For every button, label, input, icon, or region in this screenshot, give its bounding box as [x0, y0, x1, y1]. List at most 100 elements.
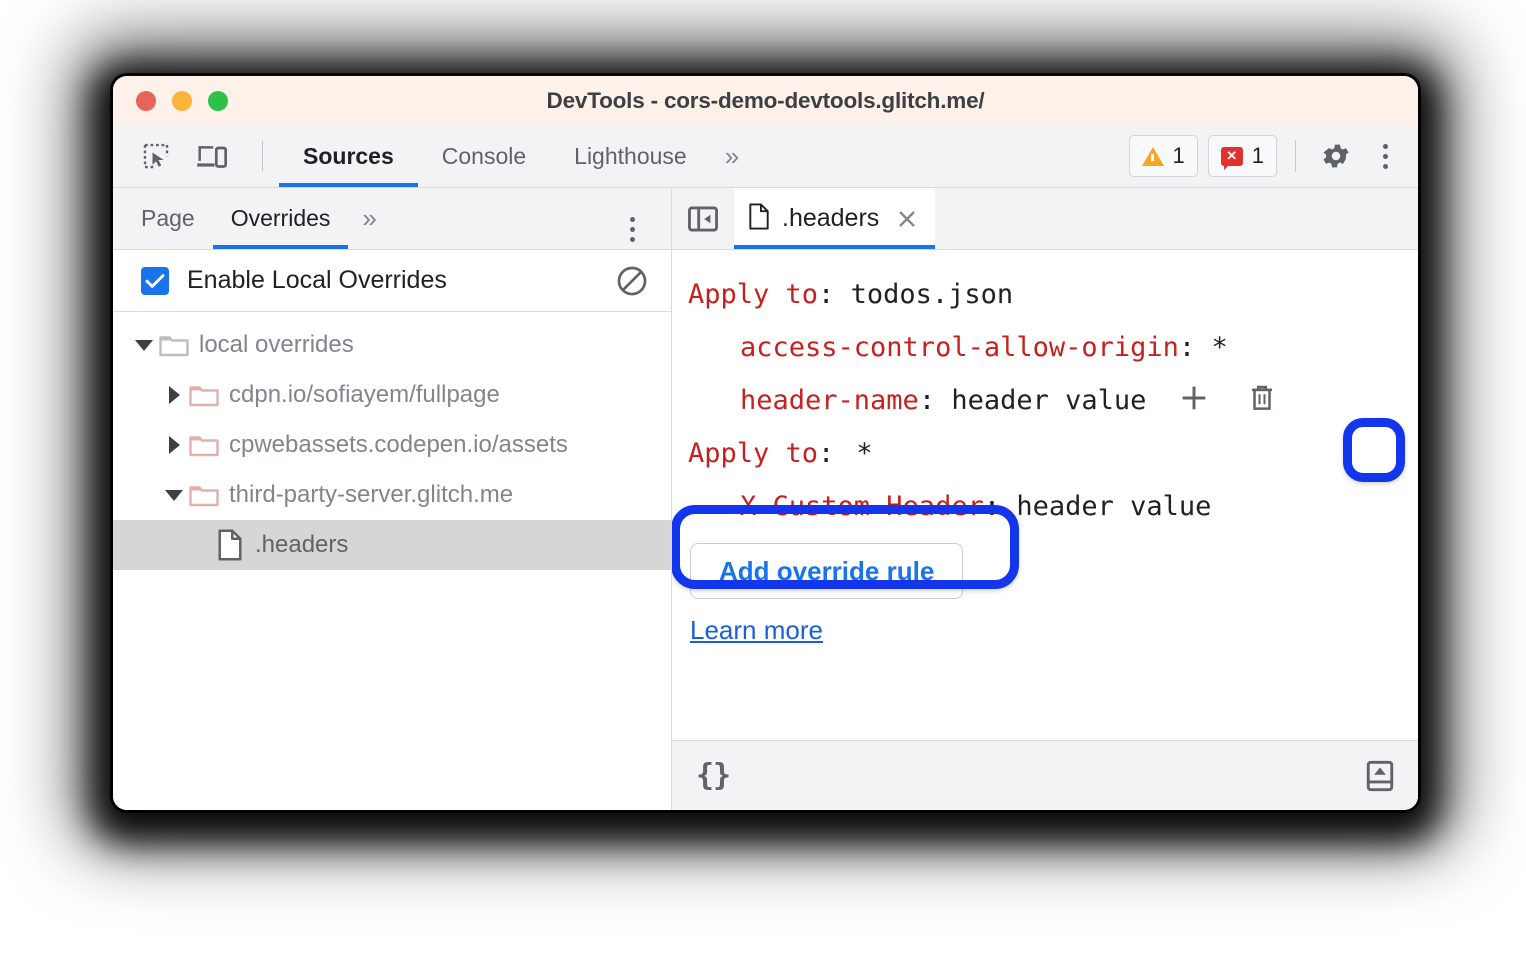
toolbar-left-icons — [134, 134, 279, 178]
show-navigator-icon[interactable] — [672, 188, 734, 249]
clear-configuration-icon[interactable] — [615, 264, 649, 298]
chevron-right-icon[interactable] — [161, 386, 187, 404]
maximize-window-button[interactable] — [208, 90, 228, 111]
tree-row[interactable]: cdpn.io/sofiayem/fullpage — [113, 370, 671, 420]
more-panels-chevron-icon[interactable]: » — [711, 125, 750, 187]
warning-counter-button[interactable]: 1 — [1128, 135, 1198, 177]
headers-editor[interactable]: Apply to: todos.json access-control-allo… — [672, 250, 1418, 740]
chevron-right-icon[interactable] — [161, 436, 187, 454]
folder-icon — [187, 432, 221, 458]
apply-to-pattern[interactable]: * — [834, 440, 872, 467]
apply-to-label: Apply to — [688, 279, 819, 310]
toolbar-divider-2 — [1295, 140, 1296, 172]
overrides-file-tree[interactable]: local overrides cdpn.io/sofiayem/fullpag… — [113, 312, 671, 810]
error-badge-icon: ✕ — [1220, 146, 1243, 170]
tab-lighthouse[interactable]: Lighthouse — [550, 125, 711, 187]
tree-row-label: cpwebassets.codepen.io/assets — [229, 431, 568, 458]
tree-row-headers-file[interactable]: .headers — [113, 520, 671, 570]
folder-icon — [187, 482, 221, 508]
header-colon: : — [983, 491, 1001, 522]
toolbar-divider — [262, 141, 263, 171]
tree-row[interactable]: third-party-server.glitch.me — [113, 470, 671, 520]
navigator-kebab-menu-icon[interactable] — [615, 209, 649, 249]
header-name[interactable]: access-control-allow-origin — [740, 334, 1179, 361]
tab-sources-label: Sources — [303, 142, 394, 169]
plus-icon[interactable] — [1178, 382, 1210, 419]
sidebar-item-overrides[interactable]: Overrides — [212, 188, 349, 249]
header-row[interactable]: access-control-allow-origin: * — [672, 321, 1418, 374]
chevron-down-icon[interactable] — [131, 339, 157, 351]
tab-sources[interactable]: Sources — [279, 125, 418, 187]
sidebar-item-page-label: Page — [141, 205, 195, 231]
trash-icon[interactable] — [1248, 383, 1276, 418]
kebab-menu-icon[interactable] — [1368, 136, 1402, 176]
editor-statusbar: {} — [672, 740, 1418, 810]
chevron-down-icon[interactable] — [161, 489, 187, 501]
more-navigator-tabs-chevron-icon[interactable]: » — [348, 187, 387, 249]
add-override-rule-wrap: Add override rule — [672, 543, 1418, 599]
folder-icon — [187, 382, 221, 408]
header-row-actions — [1156, 377, 1299, 424]
editor-tab-headers[interactable]: .headers — [734, 188, 936, 249]
folder-icon — [157, 332, 191, 358]
enable-local-overrides-label: Enable Local Overrides — [187, 266, 447, 294]
file-icon — [213, 529, 247, 561]
apply-to-row[interactable]: Apply to: todos.json — [672, 268, 1418, 321]
apply-to-pattern[interactable]: todos.json — [851, 281, 1014, 308]
header-row[interactable]: X-Custom-Header: header value — [672, 480, 1418, 533]
devtools-toolbar: Sources Console Lighthouse » 1 ✕ 1 — [113, 125, 1418, 188]
enable-local-overrides-row[interactable]: Enable Local Overrides — [113, 250, 671, 312]
file-icon — [748, 202, 770, 235]
devtools-panel-tabs: Sources Console Lighthouse » — [279, 125, 750, 187]
tab-console-label: Console — [441, 142, 527, 169]
apply-to-label: Apply to — [688, 438, 819, 469]
toolbar-right-group: 1 ✕ 1 — [1128, 134, 1403, 178]
tab-lighthouse-label: Lighthouse — [574, 142, 687, 169]
editor-tab-label: .headers — [782, 204, 880, 232]
devtools-window: DevTools - cors-demo-devtools.glitch.me/ — [113, 76, 1418, 810]
panel-split: Page Overrides » Enable Local Overrides — [113, 188, 1418, 810]
tree-row[interactable]: local overrides — [113, 320, 671, 370]
header-value[interactable]: * — [1211, 334, 1227, 361]
navigator-tabs: Page Overrides » — [113, 188, 671, 250]
sidebar-item-overrides-label: Overrides — [230, 205, 331, 231]
tree-row-label: .headers — [255, 531, 349, 558]
header-row[interactable]: header-name: header value — [672, 374, 1418, 427]
tree-row-label: cdpn.io/sofiayem/fullpage — [229, 381, 500, 408]
apply-to-row[interactable]: Apply to: * — [672, 427, 1418, 480]
warning-count: 1 — [1172, 143, 1185, 168]
format-braces-icon[interactable]: {} — [696, 758, 731, 793]
close-icon[interactable] — [895, 207, 919, 231]
window-titlebar: DevTools - cors-demo-devtools.glitch.me/ — [113, 76, 1418, 125]
error-count: 1 — [1251, 143, 1264, 168]
apply-to-colon: : — [818, 279, 835, 310]
gear-icon[interactable] — [1314, 134, 1358, 178]
show-drawer-icon[interactable] — [1364, 759, 1396, 793]
learn-more-link[interactable]: Learn more — [690, 615, 823, 646]
tree-row[interactable]: cpwebassets.codepen.io/assets — [113, 420, 671, 470]
window-title: DevTools - cors-demo-devtools.glitch.me/ — [546, 87, 985, 113]
sidebar-item-page[interactable]: Page — [123, 188, 213, 249]
header-name[interactable]: X-Custom-Header — [740, 493, 984, 520]
warning-triangle-icon — [1141, 146, 1164, 166]
close-window-button[interactable] — [136, 90, 156, 111]
header-colon: : — [918, 385, 936, 416]
header-value[interactable]: header value — [1016, 493, 1211, 520]
editor-tabstrip: .headers — [672, 188, 1418, 250]
add-override-rule-button[interactable]: Add override rule — [690, 543, 964, 599]
inspect-element-icon[interactable] — [134, 134, 178, 178]
tree-row-label: third-party-server.glitch.me — [229, 481, 514, 508]
navigator-pane: Page Overrides » Enable Local Overrides — [113, 188, 672, 810]
enable-local-overrides-checkbox[interactable] — [141, 266, 169, 295]
apply-to-colon: : — [818, 438, 835, 469]
tab-console[interactable]: Console — [418, 125, 550, 187]
header-colon: : — [1178, 332, 1196, 363]
header-value[interactable]: header value — [951, 387, 1146, 414]
editor-pane: .headers Apply to: todos.json access-con — [672, 188, 1418, 810]
header-name[interactable]: header-name — [740, 387, 919, 414]
minimize-window-button[interactable] — [172, 90, 192, 111]
traffic-lights — [136, 90, 228, 111]
device-toolbar-icon[interactable] — [190, 134, 234, 178]
tree-row-label: local overrides — [199, 331, 354, 358]
error-counter-button[interactable]: ✕ 1 — [1207, 135, 1277, 177]
